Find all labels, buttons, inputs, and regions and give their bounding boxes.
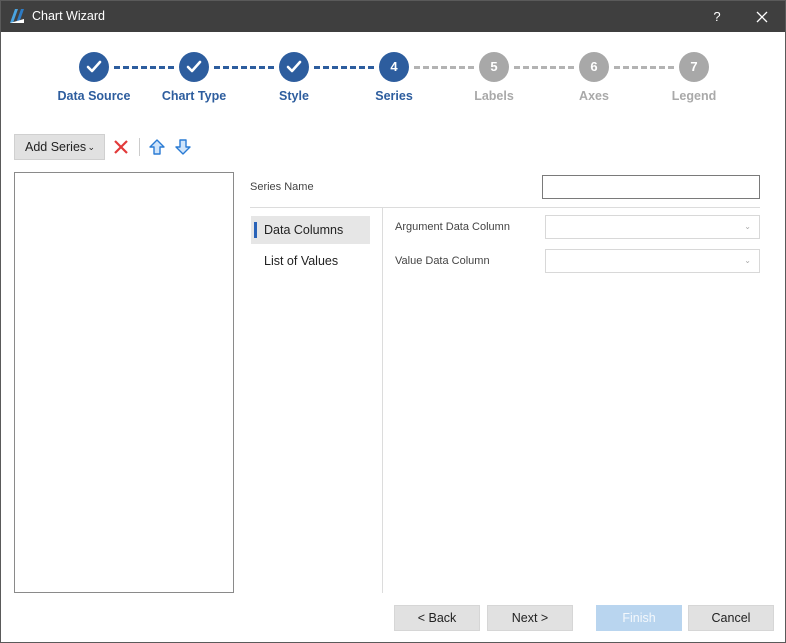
series-name-input[interactable]: [542, 175, 760, 199]
delete-icon[interactable]: [112, 137, 130, 157]
step-connector: [514, 66, 574, 69]
value-column-label: Value Data Column: [395, 255, 490, 267]
move-up-icon[interactable]: [148, 137, 166, 157]
argument-column-label: Argument Data Column: [395, 221, 510, 233]
step-7-label[interactable]: Legend: [639, 89, 749, 103]
app-icon: [9, 8, 25, 24]
step-number: 6: [590, 59, 598, 74]
close-button[interactable]: [749, 5, 775, 29]
argument-column-combo[interactable]: ⌄: [545, 215, 760, 239]
series-list[interactable]: [14, 172, 234, 593]
title-bar[interactable]: Chart Wizard ?: [1, 1, 785, 32]
help-button[interactable]: ?: [704, 5, 730, 29]
chevron-down-icon: ⌄: [744, 256, 751, 265]
step-6-label[interactable]: Axes: [539, 89, 649, 103]
divider-vertical: [382, 208, 383, 593]
window-title: Chart Wizard: [32, 9, 105, 23]
chart-wizard-window: Chart Wizard ? Data Source Chart Type Styl…: [0, 0, 786, 643]
back-button[interactable]: < Back: [394, 605, 480, 631]
step-7-indicator[interactable]: 7: [679, 52, 709, 82]
step-number: 7: [690, 59, 698, 74]
step-4-indicator[interactable]: 4: [379, 52, 409, 82]
move-down-icon[interactable]: [174, 137, 192, 157]
cancel-button[interactable]: Cancel: [688, 605, 774, 631]
toolbar-separator: [139, 138, 140, 156]
tab-data-columns[interactable]: Data Columns: [251, 216, 370, 244]
step-4-label[interactable]: Series: [339, 89, 449, 103]
add-series-button[interactable]: Add Series ⌄: [14, 134, 105, 160]
checkmark-icon: [86, 60, 102, 73]
step-5-label[interactable]: Labels: [439, 89, 549, 103]
step-number: 4: [390, 59, 398, 74]
wizard-steps: Data Source Chart Type Style 4 Series 5 Labels…: [1, 49, 785, 109]
checkmark-icon: [186, 60, 202, 73]
step-1-indicator[interactable]: [79, 52, 109, 82]
step-connector: [214, 66, 274, 69]
add-series-label: Add Series: [25, 140, 87, 154]
step-connector: [614, 66, 674, 69]
step-3-label[interactable]: Style: [239, 89, 349, 103]
step-2-indicator[interactable]: [179, 52, 209, 82]
finish-button[interactable]: Finish: [596, 605, 682, 631]
step-3-indicator[interactable]: [279, 52, 309, 82]
step-connector: [414, 66, 474, 69]
next-button[interactable]: Next >: [487, 605, 573, 631]
step-5-indicator[interactable]: 5: [479, 52, 509, 82]
series-name-label: Series Name: [250, 181, 314, 193]
step-1-label[interactable]: Data Source: [39, 89, 149, 103]
close-icon: [756, 11, 768, 23]
value-column-combo[interactable]: ⌄: [545, 249, 760, 273]
step-number: 5: [490, 59, 498, 74]
chevron-down-icon: ⌄: [87, 142, 95, 152]
step-2-label[interactable]: Chart Type: [139, 89, 249, 103]
tab-list-of-values[interactable]: List of Values: [251, 247, 370, 275]
step-connector: [314, 66, 374, 69]
divider: [250, 207, 760, 208]
chevron-down-icon: ⌄: [744, 222, 751, 231]
step-6-indicator[interactable]: 6: [579, 52, 609, 82]
step-connector: [114, 66, 174, 69]
checkmark-icon: [286, 60, 302, 73]
